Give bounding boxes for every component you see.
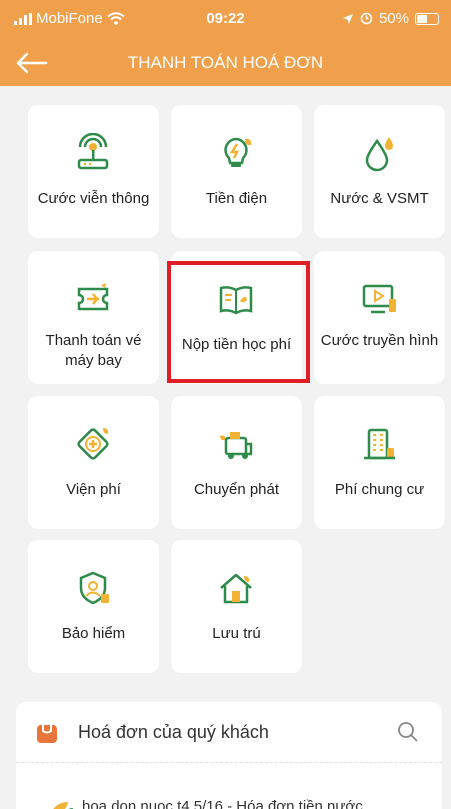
divider — [16, 762, 442, 763]
battery-icon — [415, 12, 439, 25]
invoices-card: Hoá đơn của quý khách hoa don nuoc t4,5/… — [16, 702, 442, 809]
search-icon[interactable] — [396, 720, 420, 744]
service-tile-telecom[interactable]: Cước viễn thông — [28, 105, 159, 238]
invoice-row[interactable]: hoa don nuoc t4,5/16 - Hóa đơn tiền nước — [82, 798, 363, 809]
service-label: Chuyển phát — [193, 481, 280, 498]
service-tile-electricity[interactable]: Tiền điện — [171, 105, 302, 238]
delivery-truck-icon — [220, 432, 253, 459]
shopping-bag-icon — [37, 725, 57, 743]
service-tile-apartment[interactable]: Phí chung cư — [314, 396, 445, 529]
tv-play-icon — [362, 284, 396, 314]
battery-percent: 50% — [378, 10, 409, 27]
service-label: Phí chung cư — [334, 481, 425, 498]
service-tile-insurance[interactable]: Bảo hiểm — [28, 540, 159, 673]
airplane-ticket-icon — [77, 283, 109, 311]
service-label: Bảo hiểm — [61, 625, 126, 642]
location-arrow-icon — [342, 13, 353, 24]
service-label: Lưu trú — [212, 625, 261, 642]
status-bar: MobiFone 09:22 50% — [0, 0, 451, 40]
service-label: Viện phí — [66, 481, 121, 498]
service-tile-delivery[interactable]: Chuyển phát — [171, 396, 302, 529]
router-signal-icon — [77, 133, 109, 170]
service-tile-water[interactable]: Nước & VSMT — [314, 105, 445, 238]
service-label: Cước viễn thông — [37, 190, 150, 207]
medical-cross-icon — [77, 428, 109, 460]
house-icon — [220, 573, 252, 604]
service-tile-hospital[interactable]: Viện phí — [28, 396, 159, 529]
service-tile-lodging[interactable]: Lưu trú — [171, 540, 302, 673]
service-tile-tv[interactable]: Cước truyền hình — [314, 251, 445, 384]
apartment-building-icon — [364, 428, 395, 460]
insurance-shield-icon — [79, 571, 109, 605]
service-label: Cước truyền hình — [320, 332, 439, 349]
alarm-icon — [360, 12, 373, 25]
page-title: THANH TOÁN HOÁ ĐƠN — [127, 53, 324, 72]
lightbulb-icon — [224, 137, 252, 167]
invoice-leaf-icon — [53, 802, 73, 809]
service-label: Thanh toán vé máy bay — [45, 332, 142, 369]
service-tile-flight[interactable]: Thanh toán vé máy bay — [28, 251, 159, 384]
app-header: THANH TOÁN HOÁ ĐƠN — [0, 40, 451, 86]
water-drop-icon — [365, 137, 393, 172]
highlight-box — [167, 261, 310, 383]
service-label: Nước & VSMT — [330, 190, 429, 207]
status-right: 50% — [342, 10, 439, 27]
service-label: Tiền điện — [205, 190, 268, 207]
invoices-title: Hoá đơn của quý khách — [78, 722, 269, 742]
